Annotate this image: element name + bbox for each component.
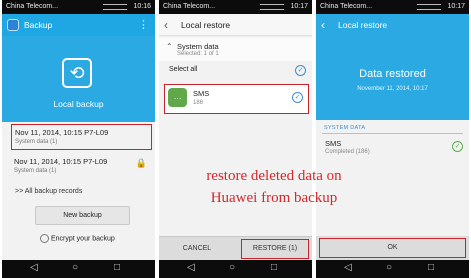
- encrypt-radio[interactable]: [40, 234, 49, 243]
- section-header: SYSTEM DATA: [324, 125, 366, 131]
- select-all-label[interactable]: Select all: [169, 66, 197, 73]
- nav-home-icon[interactable]: ○: [229, 262, 235, 273]
- action-bar: OK: [316, 236, 469, 260]
- overlay-caption: restore deleted data on Huawei from back…: [184, 165, 364, 209]
- local-backup-label: Local backup: [53, 99, 104, 109]
- nav-back-icon[interactable]: ◁: [187, 262, 195, 273]
- system-data-group[interactable]: ⌃ System data Selected: 1 of 1: [159, 38, 312, 61]
- encrypt-label: Encrypt your backup: [51, 235, 115, 243]
- nav-recent-icon[interactable]: □: [271, 262, 277, 273]
- new-backup-button[interactable]: New backup: [35, 206, 130, 225]
- signal-icons: [103, 4, 127, 10]
- caption-line-1: restore deleted data on: [206, 168, 342, 184]
- nav-recent-icon[interactable]: □: [114, 262, 120, 273]
- sms-item[interactable]: … SMS 186 ✓: [164, 84, 309, 114]
- app-bar: ‹ Local restore: [159, 14, 312, 36]
- status-bar: China Telecom... 10:17: [159, 0, 312, 14]
- signal-icons: [260, 4, 284, 10]
- restored-hero: Data restored November 11, 2014, 10:17: [316, 36, 469, 120]
- restored-date: November 11, 2014, 10:17: [357, 86, 428, 92]
- cancel-button[interactable]: CANCEL: [159, 237, 235, 261]
- nav-bar: ◁ ○ □: [2, 260, 155, 278]
- restore-complete-screen: China Telecom... 10:17 ‹ Local restore D…: [316, 0, 469, 278]
- clock: 10:17: [447, 3, 465, 10]
- restore-icon: ⟲: [62, 58, 92, 88]
- backup-record[interactable]: Nov 11, 2014, 10:15 P7-L09 System data (…: [11, 154, 152, 180]
- carrier-label: China Telecom...: [163, 3, 216, 10]
- record-title: Nov 11, 2014, 10:15 P7-L09: [14, 157, 108, 166]
- nav-bar: ◁ ○ □: [159, 260, 312, 278]
- ok-button[interactable]: OK: [319, 238, 466, 258]
- caption-line-2: Huawei from backup: [210, 190, 338, 206]
- restore-button[interactable]: RESTORE (1): [241, 239, 309, 259]
- clock: 10:17: [290, 3, 308, 10]
- backup-app-icon: [7, 19, 19, 31]
- nav-back-icon[interactable]: ◁: [30, 262, 38, 273]
- back-icon[interactable]: ‹: [321, 14, 325, 36]
- page-title: Backup: [24, 20, 53, 30]
- sms-check-icon[interactable]: ✓: [292, 92, 303, 103]
- nav-bar: ◁ ○ □: [316, 260, 469, 278]
- carrier-label: China Telecom...: [6, 3, 59, 10]
- overflow-menu-icon[interactable]: ⋮: [138, 14, 149, 36]
- sms-label: SMS: [193, 89, 210, 98]
- completed-check-icon: ✓: [452, 141, 463, 152]
- record-title: Nov 11, 2014, 10:15 P7-L09: [15, 128, 109, 137]
- sms-label: SMS: [325, 139, 342, 148]
- nav-recent-icon[interactable]: □: [428, 262, 434, 273]
- app-bar: Backup ⋮: [2, 14, 155, 36]
- clock: 10:16: [133, 3, 151, 10]
- system-data-selected-count: Selected: 1 of 1: [177, 51, 219, 57]
- select-all-check-icon[interactable]: ✓: [295, 65, 306, 76]
- system-data-label: System data: [177, 42, 219, 51]
- nav-home-icon[interactable]: ○: [386, 262, 392, 273]
- encrypt-option[interactable]: Encrypt your backup: [40, 234, 115, 243]
- signal-icons: [417, 4, 441, 10]
- backup-record-selected[interactable]: Nov 11, 2014, 10:15 P7-L09 System data (…: [11, 124, 152, 150]
- status-bar: China Telecom... 10:16: [2, 0, 155, 14]
- sms-count: 186: [193, 100, 204, 106]
- all-backup-records-link[interactable]: >> All backup records: [15, 188, 82, 195]
- sms-icon: …: [168, 88, 187, 107]
- section-divider: [322, 133, 463, 134]
- data-restored-heading: Data restored: [359, 68, 426, 80]
- record-subtitle: System data (1): [14, 168, 57, 174]
- carrier-label: China Telecom...: [320, 3, 373, 10]
- app-bar: ‹ Local restore: [316, 14, 469, 36]
- status-bar: China Telecom... 10:17: [316, 0, 469, 14]
- back-icon[interactable]: ‹: [164, 14, 168, 36]
- page-title: Local restore: [338, 20, 388, 30]
- local-restore-screen: China Telecom... 10:17 ‹ Local restore ⌃…: [159, 0, 312, 278]
- backup-screen: China Telecom... 10:16 Backup ⋮ ⟲ Local …: [2, 0, 155, 278]
- page-title: Local restore: [181, 20, 231, 30]
- lock-icon: 🔒: [135, 158, 147, 168]
- local-backup-hero[interactable]: ⟲ Local backup: [2, 36, 155, 122]
- nav-back-icon[interactable]: ◁: [344, 262, 352, 273]
- action-bar: CANCEL RESTORE (1): [159, 236, 312, 260]
- record-subtitle: System data (1): [15, 139, 58, 145]
- chevron-up-icon: ⌃: [166, 42, 173, 51]
- sms-status: Completed (186): [325, 149, 370, 155]
- nav-home-icon[interactable]: ○: [72, 262, 78, 273]
